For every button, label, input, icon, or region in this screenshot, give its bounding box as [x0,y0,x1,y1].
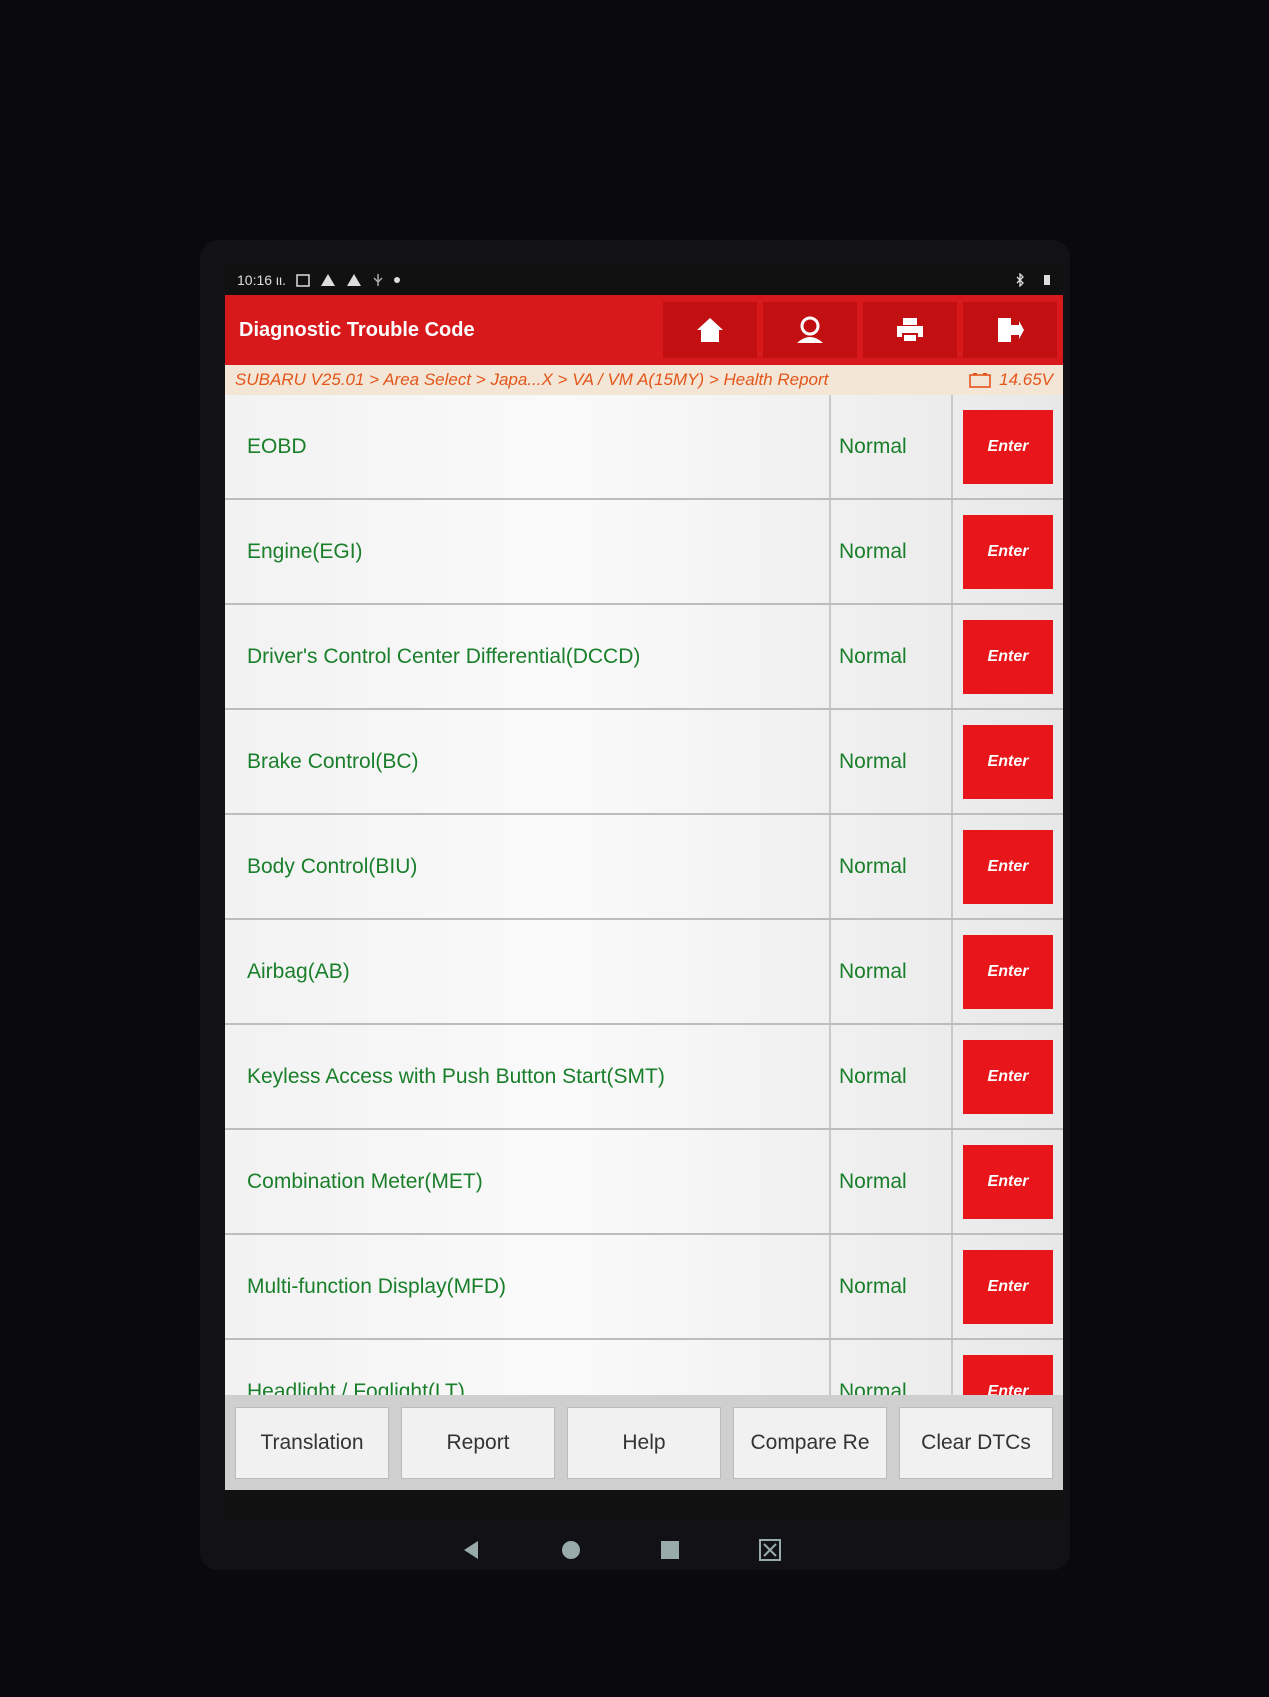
module-name: Airbag(AB) [225,920,831,1023]
table-row: Driver's Control Center Differential(DCC… [225,605,1063,710]
module-status: Normal [831,710,953,813]
module-status: Normal [831,1130,953,1233]
module-name: Engine(EGI) [225,500,831,603]
module-name: EOBD [225,395,831,498]
user-button[interactable] [763,302,857,358]
module-status: Normal [831,500,953,603]
table-row: Brake Control(BC) Normal Enter [225,710,1063,815]
bottom-toolbar: Translation Report Help Compare Re Clear… [225,1395,1063,1490]
android-nav-bar [420,1530,820,1570]
table-row: EOBD Normal Enter [225,395,1063,500]
translation-button[interactable]: Translation [235,1406,389,1479]
module-name: Keyless Access with Push Button Start(SM… [225,1025,831,1128]
module-list[interactable]: EOBD Normal Enter Engine(EGI) Normal Ent… [225,395,1063,1425]
print-button[interactable] [863,302,957,358]
compare-report-button[interactable]: Compare Re [733,1406,887,1479]
calendar-icon [296,273,310,287]
warning-icon [346,273,362,287]
battery-icon [1043,273,1051,287]
module-name: Driver's Control Center Differential(DCC… [225,605,831,708]
table-row: Engine(EGI) Normal Enter [225,500,1063,605]
enter-button[interactable]: Enter [963,724,1053,799]
module-name: Combination Meter(MET) [225,1130,831,1233]
device-screen: 10:16 ιι. Diagnostic Trouble Code SUBARU… [225,265,1063,1520]
exit-button[interactable] [963,302,1057,358]
module-status: Normal [831,1235,953,1338]
module-name: Multi-function Display(MFD) [225,1235,831,1338]
voltage-readout: 14.65V [999,370,1053,389]
report-button[interactable]: Report [401,1406,555,1479]
page-title: Diagnostic Trouble Code [239,318,475,341]
table-row: Airbag(AB) Normal Enter [225,920,1063,1025]
module-status: Normal [831,605,953,708]
enter-button[interactable]: Enter [963,1249,1053,1324]
module-name: Brake Control(BC) [225,710,831,813]
module-status: Normal [831,920,953,1023]
title-bar: Diagnostic Trouble Code [225,295,1063,365]
table-row: Multi-function Display(MFD) Normal Enter [225,1235,1063,1340]
system-bar [225,1490,1063,1520]
module-status: Normal [831,815,953,918]
usb-icon [372,273,384,287]
screenshot-icon[interactable] [758,1539,781,1561]
enter-button[interactable]: Enter [963,1144,1053,1219]
user-icon [794,315,826,345]
module-status: Normal [831,395,953,498]
home-circle-icon[interactable] [561,1540,581,1560]
enter-button[interactable]: Enter [963,934,1053,1009]
enter-button[interactable]: Enter [963,1039,1053,1114]
status-time: 10:16 ιι. [237,272,287,288]
breadcrumb-path: SUBARU V25.01 > Area Select > Japa...X >… [235,370,829,389]
warning-icon [320,273,336,287]
table-row: Keyless Access with Push Button Start(SM… [225,1025,1063,1130]
battery-voltage-icon [969,372,991,388]
print-icon [895,316,925,344]
enter-button[interactable]: Enter [963,829,1053,904]
dot-icon [394,277,401,283]
help-button[interactable]: Help [567,1406,721,1479]
enter-button[interactable]: Enter [963,514,1053,589]
clear-dtcs-button[interactable]: Clear DTCs [899,1406,1053,1479]
table-row: Combination Meter(MET) Normal Enter [225,1130,1063,1235]
exit-icon [995,315,1025,345]
table-row: Body Control(BIU) Normal Enter [225,815,1063,920]
enter-button[interactable]: Enter [963,409,1053,484]
home-button[interactable] [663,302,757,358]
module-name: Body Control(BIU) [225,815,831,918]
status-bar: 10:16 ιι. [225,265,1063,295]
breadcrumb: SUBARU V25.01 > Area Select > Japa...X >… [225,365,1063,395]
enter-button[interactable]: Enter [963,619,1053,694]
back-icon[interactable] [460,1539,482,1561]
bluetooth-icon [1015,273,1025,287]
recents-icon[interactable] [660,1540,680,1560]
module-status: Normal [831,1025,953,1128]
home-icon [695,316,725,344]
